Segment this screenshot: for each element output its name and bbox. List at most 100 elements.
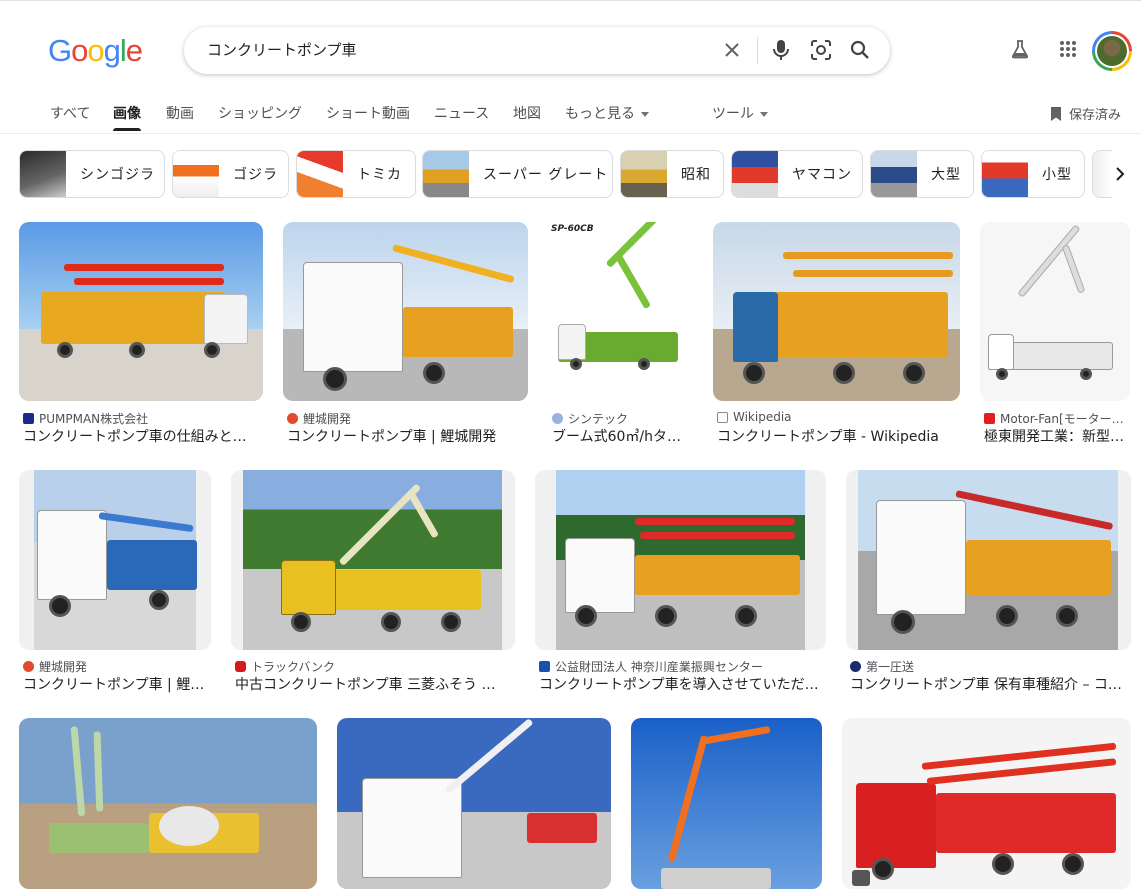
chip-label: ヤマコン [792, 167, 852, 183]
result-thumbnail[interactable]: SP-60CB [548, 222, 693, 401]
apps-grid-icon[interactable] [1056, 37, 1080, 61]
chip-label: 昭和 [681, 167, 711, 183]
chip-thumbnail [982, 151, 1028, 197]
bookmark-icon [1051, 106, 1061, 121]
result-thumbnail[interactable] [283, 222, 528, 401]
tag-icon [852, 870, 870, 886]
image-result[interactable]: トラックバンク 中古コンクリートポンプ車 三菱ふそう … [231, 470, 515, 700]
tab-videos[interactable]: 動画 [166, 104, 194, 124]
result-thumbnail[interactable] [231, 470, 515, 650]
saved-button[interactable]: 保存済み [1049, 104, 1121, 123]
result-thumbnail[interactable] [19, 718, 317, 889]
image-result[interactable]: SP-60CB シンテック ブーム式60㎥/hタ… [548, 222, 693, 452]
result-title[interactable]: 中古コンクリートポンプ車 三菱ふそう … [235, 676, 505, 694]
chip-thumbnail [871, 151, 917, 197]
chip-thumbnail [297, 151, 343, 197]
chip-thumbnail [423, 151, 469, 197]
result-title[interactable]: コンクリートポンプ車 | 鯉… [23, 676, 211, 694]
result-source: Motor-Fan[モーター… [984, 410, 1134, 427]
chevron-right-icon[interactable] [1108, 162, 1132, 186]
image-result[interactable]: PUMPMAN株式会社 コンクリートポンプ車の仕組みと… [19, 222, 263, 452]
chip-label: 小型 [1042, 167, 1072, 183]
image-result[interactable] [842, 718, 1131, 889]
result-title[interactable]: コンクリートポンプ車 保有車種紹介 – コ… [850, 676, 1130, 694]
image-result[interactable]: 公益財団法人 神奈川産業振興センター コンクリートポンプ車を導入させていただ… [535, 470, 826, 700]
chevron-down-icon [760, 111, 768, 117]
result-thumbnail[interactable] [535, 470, 826, 650]
microphone-icon[interactable] [769, 38, 793, 62]
chip-thumbnail [621, 151, 667, 197]
result-thumbnail[interactable] [846, 470, 1131, 650]
chip-label: トミカ [357, 167, 402, 183]
result-source: PUMPMAN株式会社 [23, 410, 263, 427]
tab-shopping[interactable]: ショッピング [218, 104, 302, 124]
image-result[interactable]: 鯉城開発 コンクリートポンプ車 | 鯉… [19, 470, 211, 700]
account-avatar[interactable] [1092, 31, 1132, 71]
result-thumbnail[interactable] [337, 718, 611, 889]
image-result[interactable] [19, 718, 317, 889]
result-source: Wikipedia [717, 410, 957, 424]
chip-super-great[interactable]: スーパー グレート [422, 150, 613, 198]
active-tab-indicator [113, 128, 141, 131]
chip-label: シンゴジラ [80, 167, 155, 183]
result-source: 鯉城開発 [23, 658, 213, 675]
tab-more-label: もっと見る [565, 106, 635, 122]
tab-short-videos[interactable]: ショート動画 [326, 104, 410, 124]
result-thumbnail[interactable] [19, 470, 211, 650]
chip-label: スーパー グレート [483, 167, 609, 183]
tab-more[interactable]: もっと見る [565, 104, 649, 124]
result-source: シンテック [552, 410, 697, 427]
result-title[interactable]: コンクリートポンプ車 - Wikipedia [717, 428, 957, 446]
clear-icon[interactable] [720, 38, 744, 62]
chip-large[interactable]: 大型 [870, 150, 974, 198]
tab-news[interactable]: ニュース [434, 104, 489, 124]
chip-label: 大型 [931, 167, 961, 183]
tab-all[interactable]: すべて [50, 104, 90, 124]
result-source: 第一圧送 [850, 658, 1135, 675]
search-divider [757, 37, 758, 64]
tab-maps[interactable]: 地図 [513, 104, 541, 124]
search-query[interactable]: コンクリートポンプ車 [207, 39, 357, 61]
google-logo[interactable]: Google [48, 32, 143, 70]
chip-thumbnail [732, 151, 778, 197]
result-source: 鯉城開発 [287, 410, 527, 427]
result-title[interactable]: コンクリートポンプ車 | 鯉城開発 [287, 428, 527, 446]
model-badge: SP-60CB [551, 224, 594, 234]
image-result[interactable]: 第一圧送 コンクリートポンプ車 保有車種紹介 – コ… [846, 470, 1131, 700]
result-title[interactable]: コンクリートポンプ車を導入させていただ… [539, 676, 824, 694]
result-source: トラックバンク [235, 658, 515, 675]
image-result[interactable]: Motor-Fan[モーター… 極東開発工業：新型… [980, 222, 1141, 452]
tools-label: ツール [712, 106, 754, 122]
tab-images[interactable]: 画像 [113, 104, 141, 124]
image-result[interactable]: 鯉城開発 コンクリートポンプ車 | 鯉城開発 [283, 222, 528, 452]
tools-button[interactable]: ツール [712, 104, 768, 124]
chip-godzilla[interactable]: ゴジラ [172, 150, 289, 198]
chip-small[interactable]: 小型 [981, 150, 1085, 198]
result-thumbnail[interactable] [980, 222, 1130, 401]
result-source: 公益財団法人 神奈川産業振興センター [539, 658, 829, 675]
result-thumbnail[interactable] [631, 718, 822, 889]
search-box[interactable]: コンクリートポンプ車 [184, 27, 890, 74]
top-border [0, 0, 1141, 1]
result-title[interactable]: コンクリートポンプ車の仕組みと… [23, 428, 263, 446]
chip-label: ゴジラ [233, 167, 278, 183]
result-thumbnail[interactable] [842, 718, 1131, 889]
chip-thumbnail [20, 151, 66, 197]
result-thumbnail[interactable] [713, 222, 960, 401]
result-title[interactable]: ブーム式60㎥/hタ… [552, 428, 692, 446]
image-result[interactable]: Wikipedia コンクリートポンプ車 - Wikipedia [713, 222, 960, 452]
chip-tomica[interactable]: トミカ [296, 150, 416, 198]
chip-shin-godzilla[interactable]: シンゴジラ [19, 150, 165, 198]
result-thumbnail[interactable] [19, 222, 263, 401]
chip-yamacon[interactable]: ヤマコン [731, 150, 863, 198]
result-title[interactable]: 極東開発工業：新型… [984, 428, 1134, 446]
saved-label: 保存済み [1069, 108, 1122, 123]
image-result[interactable] [337, 718, 611, 889]
tabs-divider [0, 133, 1141, 134]
labs-flask-icon[interactable] [1008, 37, 1032, 61]
image-result[interactable] [631, 718, 822, 889]
camera-lens-icon[interactable] [809, 38, 833, 62]
search-icon[interactable] [848, 38, 872, 62]
chevron-down-icon [641, 111, 649, 117]
chip-showa[interactable]: 昭和 [620, 150, 724, 198]
